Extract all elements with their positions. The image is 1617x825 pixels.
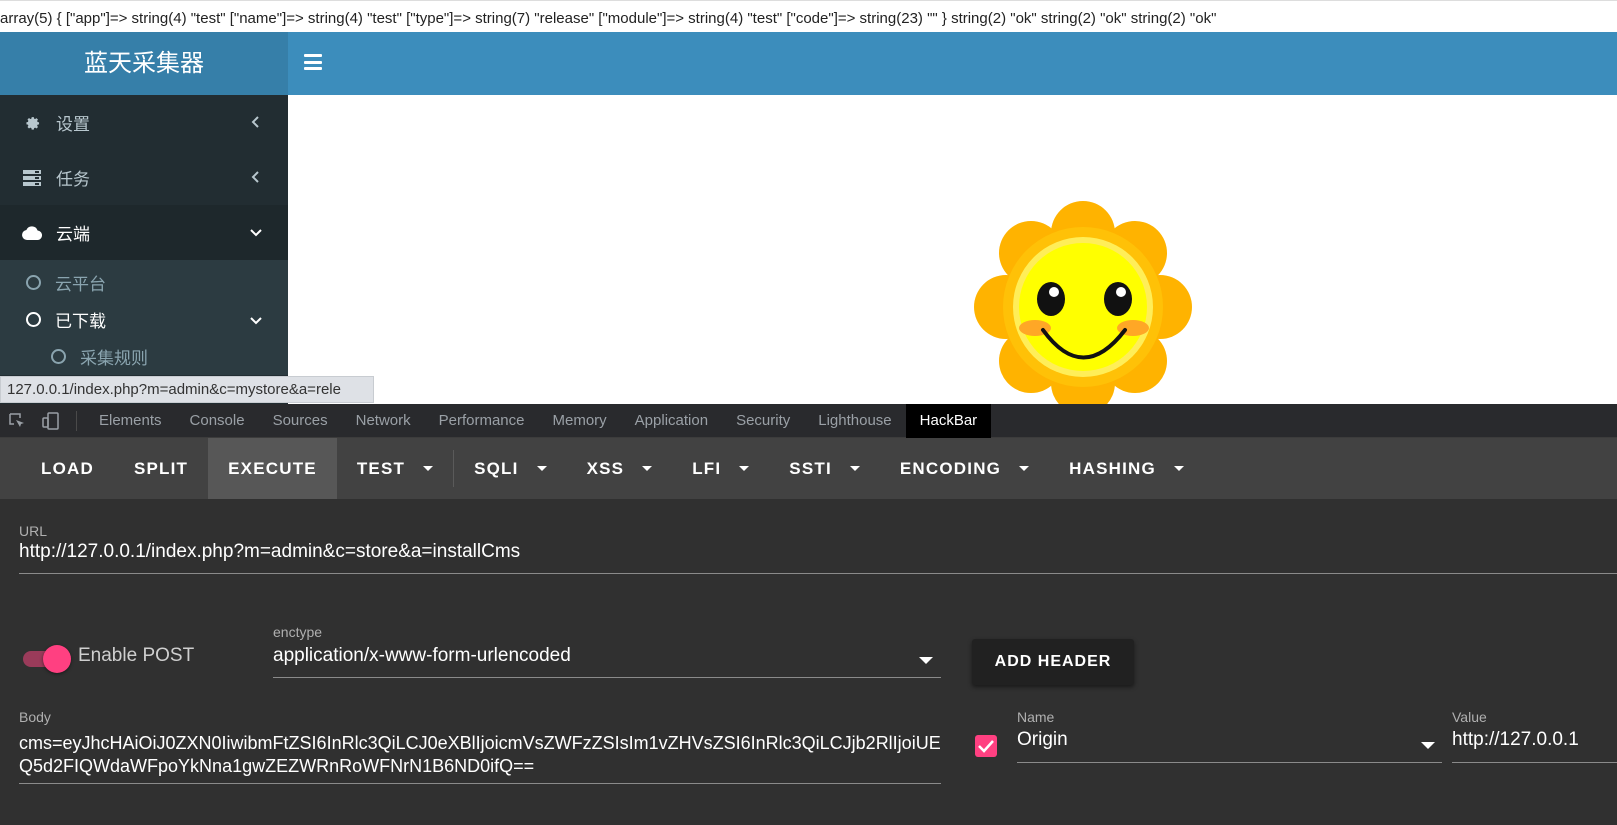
chevron-down-icon [250, 317, 262, 325]
execute-button[interactable]: EXECUTE [208, 438, 337, 499]
header-name-select[interactable]: Origin [1017, 729, 1068, 751]
sidebar-subitem-label: 采集规则 [80, 349, 148, 369]
tab-console[interactable]: Console [176, 404, 259, 438]
tab-memory[interactable]: Memory [539, 404, 621, 438]
caret-down-icon [849, 466, 860, 471]
test-menu-button[interactable]: TEST [337, 438, 453, 499]
tab-network[interactable]: Network [342, 404, 425, 438]
sidebar-subitem-label: 已下载 [55, 312, 106, 332]
load-button-label: LOAD [41, 458, 94, 478]
header-value-input[interactable]: http://127.0.0.1 [1452, 729, 1579, 751]
caret-down-icon [536, 466, 547, 471]
toolbar-divider [76, 410, 77, 431]
header-name-underline [1017, 762, 1442, 763]
circle-icon [26, 275, 41, 290]
menu-toggle-icon[interactable] [304, 54, 322, 70]
url-input[interactable]: http://127.0.0.1/index.php?m=admin&c=sto… [19, 541, 520, 563]
devtools-panel: Elements Console Sources Network Perform… [0, 403, 1617, 825]
lfi-menu-label: LFI [692, 458, 722, 478]
chevron-left-icon [251, 116, 259, 128]
sidebar-item-label: 任务 [56, 170, 90, 190]
xss-menu-button[interactable]: XSS [567, 438, 673, 499]
enctype-label: enctype [273, 624, 323, 640]
brand-logo[interactable]: 蓝天采集器 [0, 32, 288, 95]
ssti-menu-button[interactable]: SSTI [769, 438, 880, 499]
sqli-menu-button[interactable]: SQLI [454, 438, 566, 499]
sidebar-item-tasks[interactable]: 任务 [0, 150, 288, 205]
url-label: URL [19, 523, 48, 539]
sidebar: 蓝天采集器 设置 任务 云端 云平台 已下载 采集规则 [0, 32, 288, 404]
caret-down-icon [1173, 466, 1184, 471]
body-textarea[interactable]: cms=eyJhcHAiOiJ0ZXN0IiwibmFtZSI6InRlc3Qi… [19, 732, 944, 778]
sidebar-subitem-cloud-platform[interactable]: 云平台 [0, 264, 288, 301]
inspect-element-icon[interactable] [0, 404, 34, 438]
cloud-submenu: 云平台 已下载 采集规则 [0, 260, 288, 375]
header-name-label: Name [1017, 709, 1055, 725]
devtools-tabbar: Elements Console Sources Network Perform… [0, 403, 1617, 438]
enable-post-toggle[interactable] [23, 645, 71, 673]
sidebar-subitem-label: 云平台 [55, 275, 106, 295]
enctype-underline [273, 677, 941, 678]
caret-down-icon [423, 466, 434, 471]
header-value-underline [1452, 762, 1617, 763]
url-underline [19, 573, 1617, 574]
tab-lighthouse[interactable]: Lighthouse [804, 404, 905, 438]
sidebar-item-label: 云端 [56, 225, 90, 245]
cloud-icon [22, 223, 42, 243]
sidebar-item-cloud[interactable]: 云端 [0, 205, 288, 260]
gear-icon [22, 113, 42, 133]
hashing-menu-button[interactable]: HASHING [1049, 438, 1204, 499]
execute-button-label: EXECUTE [228, 458, 317, 478]
chevron-down-icon [250, 229, 262, 237]
body-label: Body [19, 709, 51, 725]
sidebar-subitem-collect-rules[interactable]: 采集规则 [0, 338, 288, 375]
tab-hackbar[interactable]: HackBar [905, 403, 992, 438]
caret-down-icon [739, 466, 750, 471]
header-value-label: Value [1452, 709, 1487, 725]
toggle-knob [43, 645, 71, 673]
tab-security[interactable]: Security [722, 404, 804, 438]
enctype-select[interactable]: application/x-www-form-urlencoded [273, 645, 571, 667]
caret-down-icon [642, 466, 653, 471]
circle-icon [51, 349, 66, 364]
add-header-button[interactable]: ADD HEADER [972, 639, 1134, 685]
encoding-menu-label: ENCODING [899, 458, 1002, 478]
link-status-bar: 127.0.0.1/index.php?m=admin&c=mystore&a=… [0, 376, 374, 403]
tab-application[interactable]: Application [621, 404, 722, 438]
split-button-label: SPLIT [133, 458, 189, 478]
check-icon [978, 740, 994, 753]
tab-performance[interactable]: Performance [425, 404, 539, 438]
dropdown-arrow-icon [1421, 742, 1435, 749]
tasks-icon [22, 168, 42, 188]
hashing-menu-label: HASHING [1069, 458, 1156, 478]
device-toolbar-icon[interactable] [34, 404, 68, 438]
caret-down-icon [1019, 466, 1030, 471]
enable-post-label: Enable POST [78, 645, 195, 666]
sidebar-item-label: 设置 [56, 115, 90, 135]
debug-output: array(5) { ["app"]=> string(4) "test" ["… [0, 0, 1617, 32]
split-button[interactable]: SPLIT [114, 438, 208, 499]
dropdown-arrow-icon [919, 657, 933, 664]
load-button[interactable]: LOAD [0, 438, 114, 499]
xss-menu-label: XSS [586, 458, 625, 478]
header-enabled-checkbox[interactable] [975, 735, 997, 757]
top-navbar [288, 32, 1617, 95]
lfi-menu-button[interactable]: LFI [672, 438, 769, 499]
sidebar-item-settings[interactable]: 设置 [0, 95, 288, 150]
hackbar-toolbar: LOAD SPLIT EXECUTE TEST SQLI XSS LFI SST… [0, 438, 1617, 499]
hackbar-body: URL http://127.0.0.1/index.php?m=admin&c… [0, 499, 1617, 825]
circle-icon [26, 312, 41, 327]
test-menu-label: TEST [356, 458, 406, 478]
ssti-menu-label: SSTI [789, 458, 832, 478]
sqli-menu-label: SQLI [474, 458, 519, 478]
body-underline [19, 783, 941, 784]
tab-elements[interactable]: Elements [85, 404, 176, 438]
main-content [288, 95, 1617, 404]
chevron-left-icon [251, 171, 259, 183]
sunflower-image [974, 201, 1192, 404]
sidebar-subitem-downloaded[interactable]: 已下载 [0, 301, 288, 338]
encoding-menu-button[interactable]: ENCODING [880, 438, 1049, 499]
tab-sources[interactable]: Sources [259, 404, 342, 438]
